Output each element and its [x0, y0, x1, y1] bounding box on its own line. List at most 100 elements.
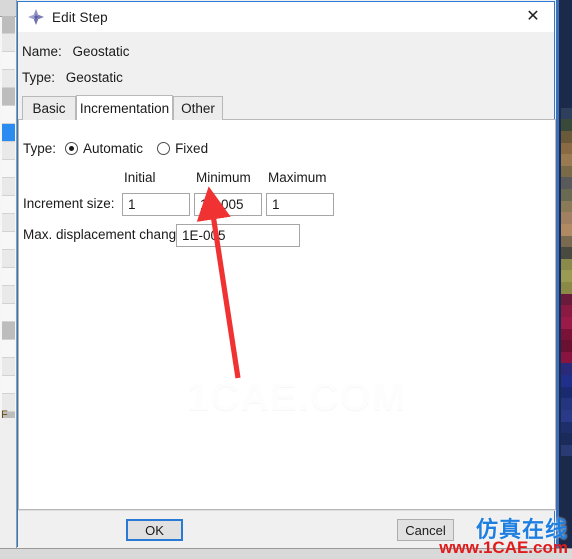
legend-color-cell	[561, 177, 572, 189]
watermark-url: www.1CAE.com	[439, 538, 568, 557]
legend-color-cell	[561, 409, 572, 422]
background-tree-row-selected	[2, 124, 15, 142]
step-type-value: Geostatic	[65, 70, 123, 85]
background-tree-row	[2, 70, 15, 88]
ok-button[interactable]: OK	[126, 519, 183, 541]
dialog-tabstrip: Basic Incrementation Other	[18, 95, 556, 120]
background-lower-panel	[0, 418, 16, 559]
legend-color-cell	[561, 398, 572, 410]
dialog-body: Name: Geostatic Type: Geostatic Basic In…	[18, 32, 556, 548]
increment-size-initial-input[interactable]: 1	[122, 193, 190, 216]
background-tree-row	[2, 268, 15, 286]
column-header-initial: Initial	[124, 170, 156, 185]
column-header-maximum: Maximum	[268, 170, 327, 185]
increment-type-label: Type:	[23, 141, 57, 156]
radio-automatic-indicator[interactable]	[65, 142, 79, 155]
legend-color-cell	[561, 386, 572, 399]
legend-color-cell	[561, 444, 572, 457]
legend-color-cell	[561, 282, 572, 294]
edit-step-dialog: Edit Step ✕ Name: Geostatic Type: Geosta…	[17, 1, 556, 548]
legend-color-cell	[561, 142, 572, 155]
dialog-titlebar[interactable]: Edit Step ✕	[18, 2, 554, 32]
tab-basic[interactable]: Basic	[22, 96, 76, 120]
radio-fixed-label: Fixed	[175, 141, 209, 156]
background-tree-row	[2, 106, 15, 124]
tab-incrementation[interactable]: Incrementation	[76, 95, 173, 120]
step-name-row: Name: Geostatic	[22, 44, 130, 59]
background-tree-list	[2, 16, 15, 430]
legend-color-cell	[561, 328, 572, 341]
legend-color-cell	[561, 363, 572, 375]
incrementation-panel: Type: Automatic Fixed Initial Minimum Ma…	[18, 120, 556, 510]
background-viewport	[556, 0, 572, 559]
column-header-minimum: Minimum	[196, 170, 251, 185]
background-toolbar-strip	[0, 0, 16, 17]
background-tree-row	[2, 178, 15, 196]
tab-other-label: Other	[181, 101, 215, 116]
background-tree-row	[2, 160, 15, 178]
background-viewport-edge	[556, 0, 559, 559]
legend-color-cell	[561, 235, 572, 248]
legend-color-cell	[561, 130, 572, 143]
radio-fixed[interactable]: Fixed	[157, 141, 208, 156]
abaqus-step-icon	[27, 8, 45, 26]
background-tree-row	[2, 34, 15, 52]
legend-color-cell	[561, 340, 572, 352]
legend-color-cell	[561, 247, 572, 259]
background-tree-row	[2, 322, 15, 340]
background-tree-row	[2, 250, 15, 268]
max-displacement-change-label: Max. displacement change:	[23, 227, 188, 242]
step-type-row: Type: Geostatic	[22, 70, 123, 85]
legend-color-cell	[561, 270, 572, 282]
legend-color-cell	[561, 200, 572, 213]
legend-color-cell	[561, 154, 572, 166]
legend-color-cell	[561, 456, 572, 468]
legend-color-cell	[561, 96, 572, 108]
step-name-label: Name:	[22, 44, 62, 59]
tab-other[interactable]: Other	[173, 96, 223, 120]
screenshot-root: F Edit Step ✕ Name: Geostatic Type: Geos…	[0, 0, 572, 559]
background-tree-row	[2, 286, 15, 304]
radio-fixed-indicator[interactable]	[157, 142, 171, 155]
legend-color-cell	[561, 375, 572, 387]
legend-color-cell	[561, 212, 572, 224]
increment-size-label: Increment size:	[23, 196, 115, 211]
increment-type-row: Type: Automatic Fixed	[23, 141, 222, 156]
legend-color-cell	[561, 305, 572, 317]
step-type-label: Type:	[22, 70, 56, 85]
background-tree-row	[2, 142, 15, 160]
dialog-title: Edit Step	[52, 9, 108, 25]
background-tree-row	[2, 376, 15, 394]
legend-color-cell	[561, 107, 572, 120]
background-tree-row	[2, 304, 15, 322]
increment-type-radio-group: Automatic Fixed	[65, 141, 222, 156]
background-tree-row	[2, 214, 15, 232]
background-tree-row	[2, 16, 15, 34]
background-model-tree-panel: F	[0, 0, 17, 559]
step-name-value: Geostatic	[72, 44, 130, 59]
tab-basic-label: Basic	[32, 101, 66, 116]
legend-color-cell	[561, 165, 572, 178]
legend-color-cell	[561, 293, 572, 306]
background-contour-legend	[561, 96, 572, 468]
legend-color-cell	[561, 258, 572, 271]
background-tree-row	[2, 358, 15, 376]
legend-color-cell	[561, 119, 572, 131]
radio-automatic[interactable]: Automatic	[65, 141, 143, 156]
increment-size-maximum-input[interactable]: 1	[266, 193, 334, 216]
button-row-divider	[18, 510, 556, 511]
max-displacement-change-input[interactable]: 1E-005	[176, 224, 300, 247]
watermark-center: 1CAE.COM	[187, 375, 407, 419]
legend-color-cell	[561, 223, 572, 236]
legend-color-cell	[561, 421, 572, 434]
legend-color-cell	[561, 316, 572, 329]
background-tree-row	[2, 232, 15, 250]
background-tree-row	[2, 196, 15, 214]
close-icon[interactable]: ✕	[512, 2, 554, 32]
legend-color-cell	[561, 433, 572, 445]
legend-color-cell	[561, 351, 572, 364]
legend-color-cell	[561, 189, 572, 201]
radio-automatic-label: Automatic	[83, 141, 144, 156]
increment-size-minimum-input[interactable]: 1E-005	[194, 193, 262, 216]
background-tree-row	[2, 52, 15, 70]
